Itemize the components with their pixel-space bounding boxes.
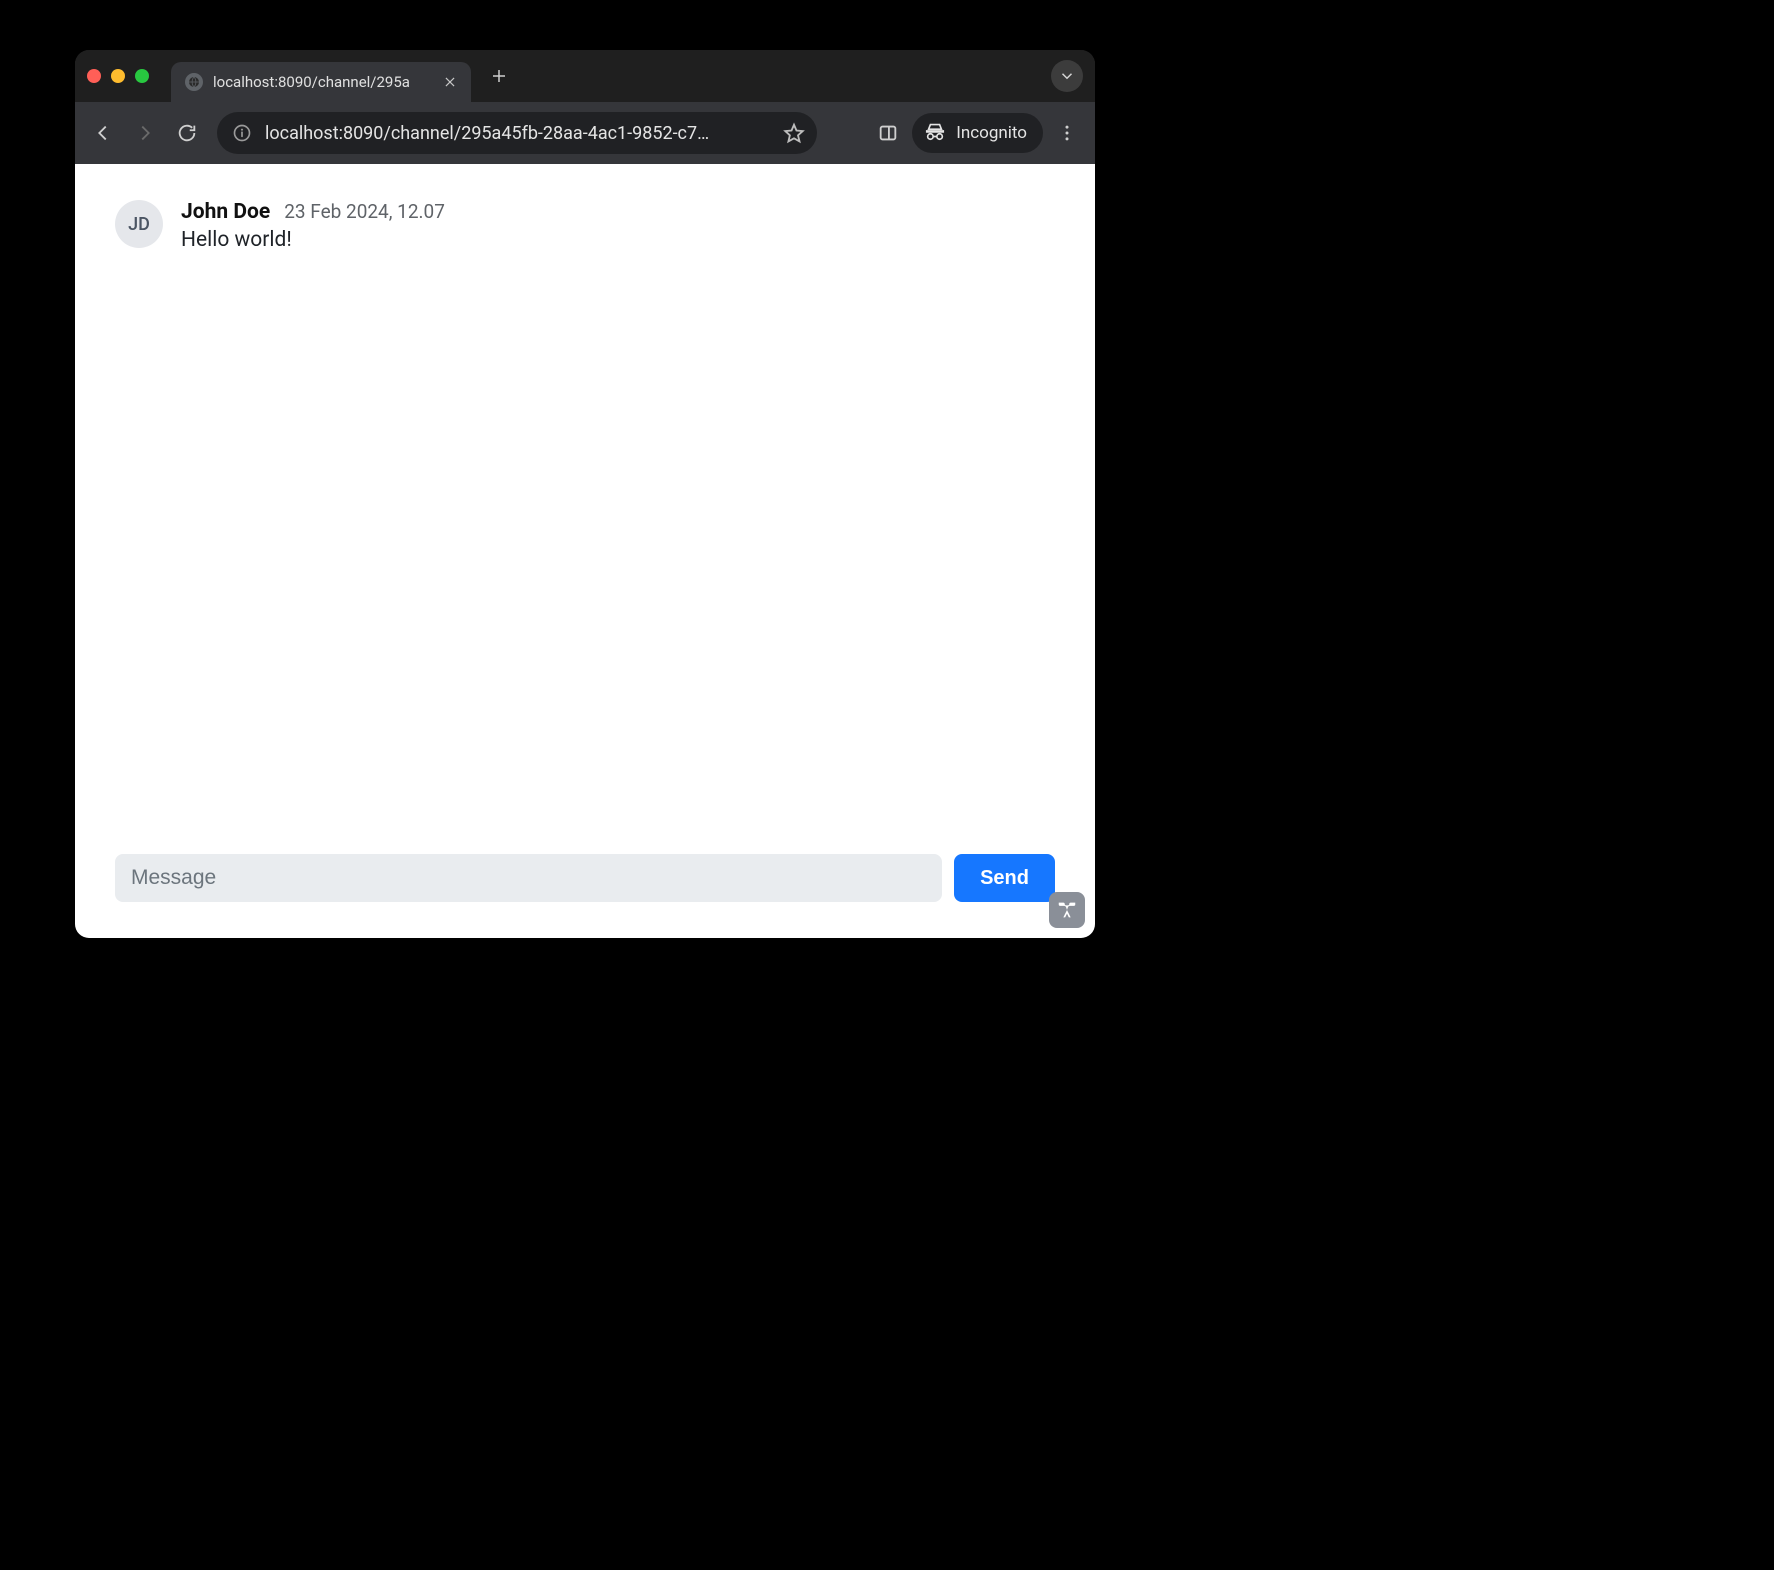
browser-window: localhost:8090/channel/295a localhost:80… bbox=[75, 50, 1095, 938]
browser-toolbar: localhost:8090/channel/295a45fb-28aa-4ac… bbox=[75, 102, 1095, 164]
message-header: John Doe 23 Feb 2024, 12.07 bbox=[181, 200, 1055, 224]
tab-close-button[interactable] bbox=[441, 73, 459, 91]
window-minimize-button[interactable] bbox=[111, 69, 125, 83]
tab-strip: localhost:8090/channel/295a bbox=[75, 50, 1095, 102]
browser-menu-button[interactable] bbox=[1049, 115, 1085, 151]
tab-title: localhost:8090/channel/295a bbox=[213, 73, 431, 91]
avatar: JD bbox=[115, 200, 163, 248]
incognito-icon bbox=[924, 120, 946, 147]
chat-message-list: JD John Doe 23 Feb 2024, 12.07 Hello wor… bbox=[75, 164, 1095, 854]
message-text: Hello world! bbox=[181, 228, 1055, 252]
side-panel-button[interactable] bbox=[870, 115, 906, 151]
message-input[interactable] bbox=[115, 854, 942, 902]
vaadin-devtools-icon[interactable] bbox=[1049, 892, 1085, 928]
message-body: John Doe 23 Feb 2024, 12.07 Hello world! bbox=[181, 200, 1055, 252]
window-close-button[interactable] bbox=[87, 69, 101, 83]
browser-tab[interactable]: localhost:8090/channel/295a bbox=[171, 62, 471, 102]
message-author: John Doe bbox=[181, 200, 270, 224]
tabs-dropdown-button[interactable] bbox=[1051, 60, 1083, 92]
back-button[interactable] bbox=[85, 115, 121, 151]
message-composer: Send bbox=[75, 854, 1095, 938]
url-text: localhost:8090/channel/295a45fb-28aa-4ac… bbox=[265, 123, 769, 144]
window-maximize-button[interactable] bbox=[135, 69, 149, 83]
site-info-icon[interactable] bbox=[231, 122, 253, 144]
message-timestamp: 23 Feb 2024, 12.07 bbox=[284, 200, 445, 223]
globe-icon bbox=[185, 73, 203, 91]
incognito-label: Incognito bbox=[956, 123, 1027, 143]
page-viewport: JD John Doe 23 Feb 2024, 12.07 Hello wor… bbox=[75, 164, 1095, 938]
bookmark-star-icon[interactable] bbox=[781, 120, 807, 146]
send-button[interactable]: Send bbox=[954, 854, 1055, 902]
incognito-indicator[interactable]: Incognito bbox=[912, 113, 1043, 153]
new-tab-button[interactable] bbox=[485, 62, 513, 90]
forward-button[interactable] bbox=[127, 115, 163, 151]
address-bar[interactable]: localhost:8090/channel/295a45fb-28aa-4ac… bbox=[217, 112, 817, 154]
reload-button[interactable] bbox=[169, 115, 205, 151]
chat-message: JD John Doe 23 Feb 2024, 12.07 Hello wor… bbox=[115, 200, 1055, 252]
window-controls bbox=[87, 69, 149, 83]
